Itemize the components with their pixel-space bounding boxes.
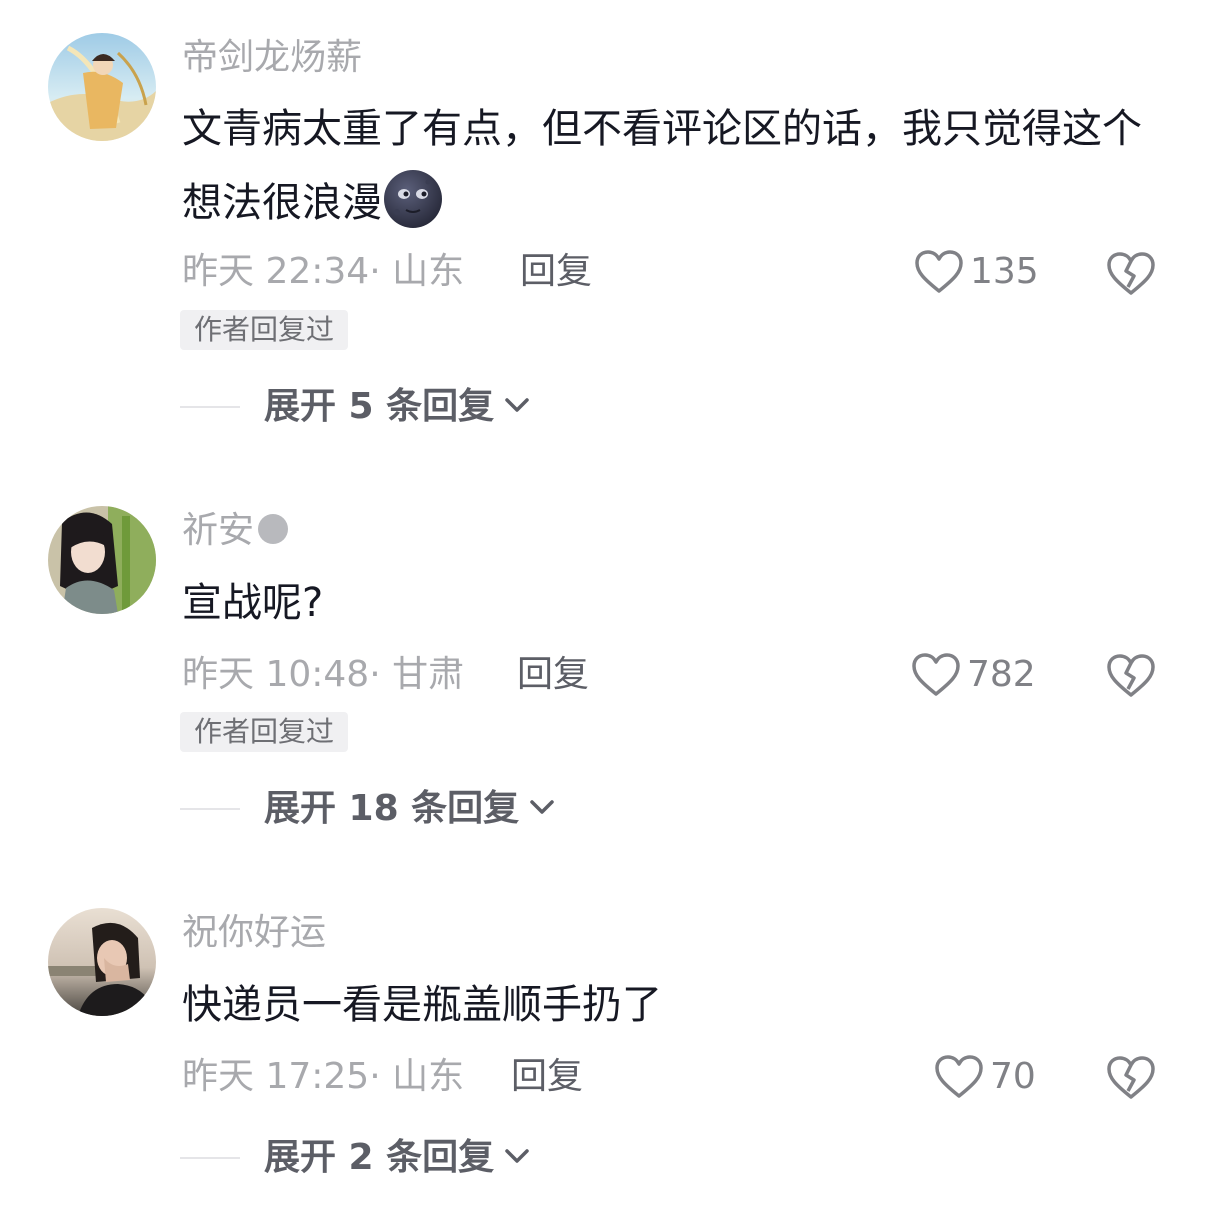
divider-line — [180, 1157, 240, 1159]
avatar[interactable] — [48, 908, 156, 1016]
heart-outline-icon — [934, 1054, 984, 1100]
comment-text: 快递员一看是瓶盖顺手扔了 — [182, 982, 662, 1028]
expand-replies-button[interactable]: 展开 2 条回复 — [180, 1133, 530, 1183]
comment-item: 祝你好运 快递员一看是瓶盖顺手扔了 昨天 17:25· 山东 回复 70 展开 … — [0, 0, 1206, 1232]
like-count: 70 — [990, 1056, 1036, 1097]
broken-heart-icon — [1104, 1053, 1158, 1103]
chevron-down-icon — [504, 1147, 530, 1169]
comment-meta: 昨天 17:25· 山东 — [182, 1056, 465, 1097]
username[interactable]: 祝你好运 — [182, 911, 326, 955]
expand-replies-label: 展开 2 条回复 — [264, 1137, 495, 1178]
dislike-button[interactable] — [1104, 1053, 1158, 1103]
reply-button[interactable]: 回复 — [511, 1054, 583, 1100]
like-button[interactable]: 70 — [934, 1052, 1036, 1102]
